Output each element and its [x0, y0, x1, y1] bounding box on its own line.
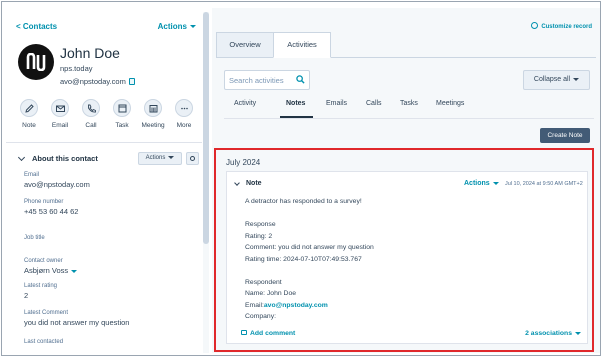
property-phone: Phone number +45 53 60 44 62: [24, 199, 200, 216]
email-icon: [51, 99, 69, 117]
create-note-button[interactable]: Create Note: [540, 128, 590, 143]
customize-record-link[interactable]: Customize record: [531, 22, 592, 30]
property-contact-owner: Contact owner Asbjørn Voss: [24, 258, 200, 275]
task-action-label: Task: [115, 122, 129, 129]
divider: [224, 118, 594, 119]
contact-owner-select[interactable]: Asbjørn Voss: [24, 266, 200, 275]
chevron-down-icon: [573, 77, 580, 81]
record-tabs: Overview Activities: [216, 32, 596, 58]
contact-actions-label: Actions: [157, 22, 187, 31]
note-icon: [20, 99, 38, 117]
property-label: Latest rating: [24, 283, 58, 289]
chevron-down-icon: [71, 269, 78, 273]
subtab-tasks[interactable]: Tasks: [400, 100, 418, 107]
subtab-notes[interactable]: Notes: [286, 100, 305, 107]
about-section-title: About this contact: [32, 154, 98, 163]
sidebar-header: < Contacts Actions: [16, 22, 196, 34]
property-label: Last contacted: [24, 339, 64, 345]
search-activities-box: [224, 70, 310, 90]
contact-sidebar: < Contacts Actions John Doe nps.today av…: [6, 8, 202, 353]
chevron-down-icon: [168, 155, 175, 159]
activity-filter-tabs: Activity Notes Emails Calls Tasks Meetin…: [224, 100, 594, 120]
back-to-contacts-link[interactable]: < Contacts: [16, 22, 57, 31]
chevron-down-icon[interactable]: [17, 153, 26, 162]
property-latest-comment: Latest Comment you did not answer my que…: [24, 310, 200, 327]
subtab-calls[interactable]: Calls: [366, 100, 382, 107]
email-action-label: Email: [51, 122, 69, 129]
subtab-emails[interactable]: Emails: [326, 100, 347, 107]
property-value[interactable]: +45 53 60 44 62: [24, 207, 200, 216]
task-icon: [113, 99, 131, 117]
contact-email-line: avo@npstoday.com: [60, 77, 135, 86]
call-action-button[interactable]: Call: [76, 99, 106, 129]
avatar: [18, 44, 54, 80]
copy-icon[interactable]: [128, 78, 135, 85]
email-action-button[interactable]: Email: [45, 99, 75, 129]
collapse-all-button[interactable]: Collapse all: [523, 70, 590, 90]
meeting-action-label: Meeting: [141, 122, 165, 129]
call-icon: [82, 99, 100, 117]
chevron-down-icon: [190, 25, 196, 29]
search-icon[interactable]: [296, 75, 305, 84]
divider: [6, 142, 202, 143]
search-input[interactable]: [229, 74, 289, 86]
task-action-button[interactable]: Task: [107, 99, 137, 129]
property-value[interactable]: you did not answer my question: [24, 318, 200, 327]
highlight-box: [214, 148, 594, 352]
activity-panel: Customize record Overview Activities Col…: [212, 8, 600, 353]
quick-actions: Note Email Call Task Meeting More: [14, 99, 200, 135]
property-label: Phone number: [24, 199, 64, 205]
subtab-activity[interactable]: Activity: [234, 100, 256, 107]
collapse-all-label: Collapse all: [533, 76, 571, 83]
about-actions-label: Actions: [145, 155, 166, 161]
more-icon: [175, 99, 193, 117]
property-label: Contact owner: [24, 258, 63, 264]
about-section-header[interactable]: About this contact Actions: [16, 152, 200, 168]
sidebar-scrollbar-thumb[interactable]: [203, 12, 209, 244]
contact-actions-dropdown[interactable]: Actions: [158, 22, 196, 31]
gear-icon: [190, 156, 195, 161]
about-actions-button[interactable]: Actions: [138, 152, 182, 165]
note-action-label: Note: [22, 122, 36, 129]
contact-company[interactable]: nps.today: [60, 64, 93, 73]
settings-gear-button[interactable]: [186, 152, 199, 165]
property-value: Asbjørn Voss: [24, 266, 69, 275]
meeting-icon: [144, 99, 162, 117]
subtab-meetings[interactable]: Meetings: [436, 100, 464, 107]
meeting-action-button[interactable]: Meeting: [138, 99, 168, 129]
property-latest-rating: Latest rating 2: [24, 283, 200, 300]
property-last-contacted: Last contacted: [24, 339, 200, 347]
property-label: Job title: [24, 235, 45, 241]
tab-activities[interactable]: Activities: [273, 32, 331, 58]
property-value[interactable]: 2: [24, 291, 200, 300]
property-email: Email avo@npstoday.com: [24, 172, 200, 189]
call-action-label: Call: [85, 122, 97, 129]
property-label: Email: [24, 172, 40, 178]
property-value[interactable]: avo@npstoday.com: [24, 180, 200, 189]
more-action-button[interactable]: More: [169, 99, 199, 129]
tab-overview[interactable]: Overview: [216, 32, 274, 58]
property-job-title: Job title: [24, 235, 200, 243]
contact-email[interactable]: avo@npstoday.com: [60, 77, 126, 86]
company-logo-icon: [26, 53, 46, 71]
property-label: Latest Comment: [24, 310, 69, 316]
contact-name: John Doe: [60, 45, 120, 61]
more-action-label: More: [176, 122, 192, 129]
note-action-button[interactable]: Note: [14, 99, 44, 129]
app-window: < Contacts Actions John Doe nps.today av…: [1, 1, 601, 356]
